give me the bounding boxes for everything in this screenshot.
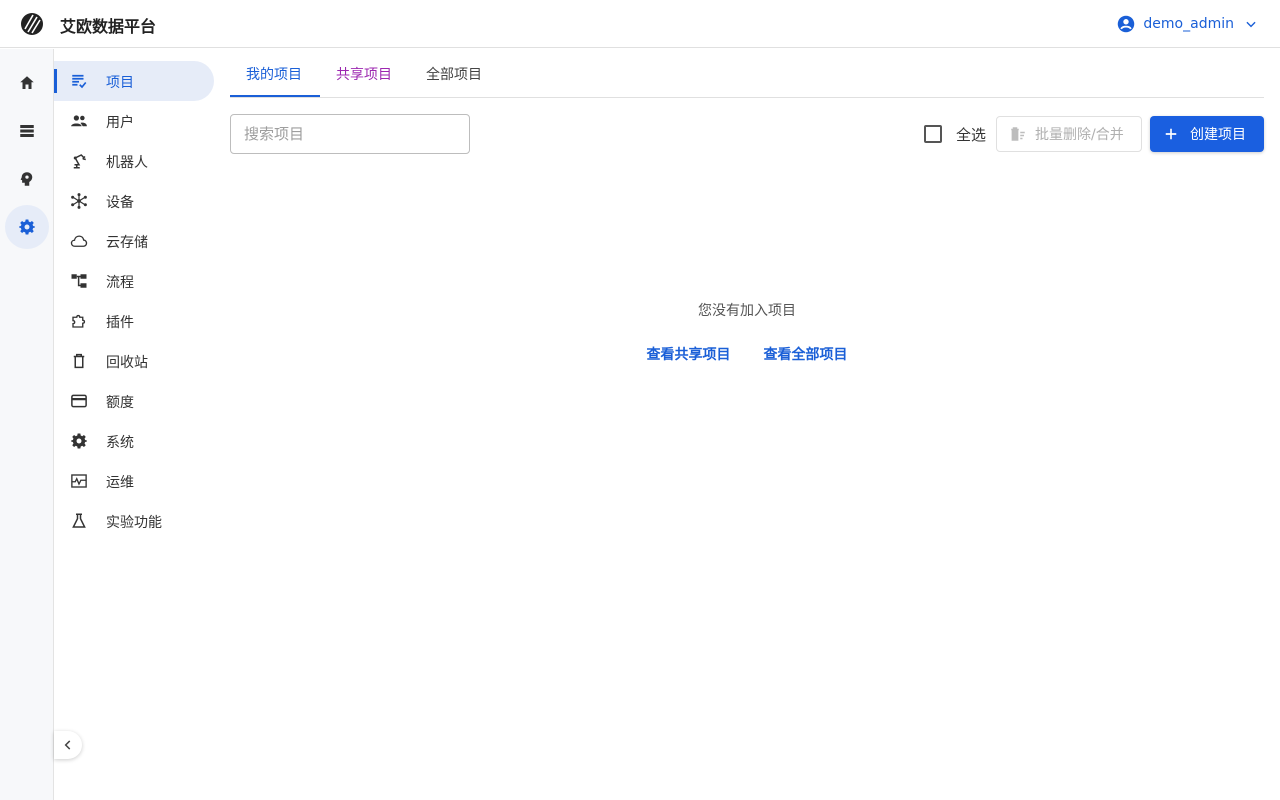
sidebar-item-label: 项目 (106, 75, 134, 91)
view-shared-projects-link[interactable]: 查看共享项目 (646, 344, 730, 364)
sidebar-item-experimental[interactable]: 实验功能 (54, 501, 214, 541)
project-tabs: 我的项目 共享项目 全部项目 (230, 49, 1264, 98)
select-all-control[interactable]: 全选 (924, 123, 986, 145)
gear-icon (19, 219, 35, 235)
bulk-delete-label: 批量删除/合并 (1035, 127, 1124, 143)
sidebar-item-label: 系统 (106, 435, 134, 451)
plus-icon (1165, 128, 1177, 140)
monitoring-icon (70, 472, 88, 490)
sidebar: 项目 用户 机器人 设备 云存储 流程 插件 回收站 额度 系统 运维 实验功能 (54, 49, 224, 800)
tab-all-projects[interactable]: 全部项目 (426, 64, 482, 84)
rail-storage-button[interactable] (5, 109, 49, 153)
tab-shared-projects[interactable]: 共享项目 (336, 64, 392, 84)
sidebar-item-label: 流程 (106, 275, 134, 291)
logo-icon (21, 13, 43, 35)
robot-arm-icon (70, 152, 88, 170)
rail-home-button[interactable] (5, 61, 49, 105)
top-header: 艾欧数据平台 demo_admin (0, 0, 1280, 48)
credit-card-icon (70, 392, 88, 410)
collapse-sidebar-button[interactable] (54, 731, 82, 759)
select-all-label: 全选 (956, 125, 987, 144)
sidebar-item-label: 插件 (106, 315, 134, 331)
sidebar-item-label: 用户 (106, 115, 134, 131)
icon-rail (0, 49, 54, 800)
sidebar-item-label: 运维 (106, 475, 134, 491)
brain-icon (20, 172, 33, 186)
chevron-left-icon (64, 740, 71, 750)
trash-icon (70, 352, 88, 370)
app-title: 艾欧数据平台 (60, 17, 157, 36)
sidebar-item-ops[interactable]: 运维 (54, 461, 214, 501)
sidebar-item-workflow[interactable]: 流程 (54, 261, 214, 301)
projects-icon (70, 72, 88, 90)
sidebar-item-quota[interactable]: 额度 (54, 381, 214, 421)
sidebar-item-devices[interactable]: 设备 (54, 181, 214, 221)
home-icon (20, 76, 34, 89)
device-hub-icon (70, 192, 88, 210)
sidebar-item-projects[interactable]: 项目 (54, 61, 214, 101)
chevron-down-icon (1246, 21, 1256, 28)
bulk-delete-merge-button[interactable]: 批量删除/合并 (996, 116, 1142, 152)
create-project-label: 创建项目 (1190, 127, 1246, 143)
sidebar-item-users[interactable]: 用户 (54, 101, 214, 141)
cloud-icon (70, 232, 88, 250)
sidebar-item-label: 设备 (106, 195, 134, 211)
sidebar-item-system[interactable]: 系统 (54, 421, 214, 461)
sidebar-item-recycle-bin[interactable]: 回收站 (54, 341, 214, 381)
rail-settings-button[interactable] (5, 205, 49, 249)
gear-icon (70, 432, 88, 450)
rail-ai-button[interactable] (5, 157, 49, 201)
users-icon (70, 112, 88, 130)
sidebar-item-label: 机器人 (106, 155, 148, 171)
account-circle-icon (1118, 15, 1135, 33)
sidebar-item-cloud-storage[interactable]: 云存储 (54, 221, 214, 261)
storage-icon (20, 125, 34, 137)
empty-state-message: 您没有加入项目 (698, 303, 796, 319)
workflow-icon (70, 272, 88, 290)
select-all-checkbox[interactable] (924, 125, 942, 143)
plugin-icon (70, 312, 88, 330)
user-menu[interactable]: demo_admin (1117, 12, 1258, 36)
sidebar-item-label: 额度 (106, 395, 134, 411)
username: demo_admin (1143, 16, 1234, 32)
sidebar-item-label: 回收站 (106, 355, 148, 371)
view-all-projects-link[interactable]: 查看全部项目 (764, 344, 848, 364)
sidebar-item-robots[interactable]: 机器人 (54, 141, 214, 181)
create-project-button[interactable]: 创建项目 (1150, 116, 1264, 152)
delete-sweep-icon (1011, 127, 1025, 141)
active-tab-indicator (230, 95, 320, 97)
tab-my-projects[interactable]: 我的项目 (246, 64, 302, 84)
sidebar-item-plugins[interactable]: 插件 (54, 301, 214, 341)
main-content: 我的项目 共享项目 全部项目 全选 批量删除/合并 创建项目 您没有加入项目 查… (230, 49, 1264, 800)
search-field (230, 114, 470, 154)
sidebar-item-label: 实验功能 (106, 515, 162, 531)
flask-icon (70, 512, 88, 530)
empty-state-links: 查看共享项目 查看全部项目 (230, 344, 1264, 364)
search-input[interactable] (231, 115, 469, 153)
sidebar-item-label: 云存储 (106, 235, 148, 251)
